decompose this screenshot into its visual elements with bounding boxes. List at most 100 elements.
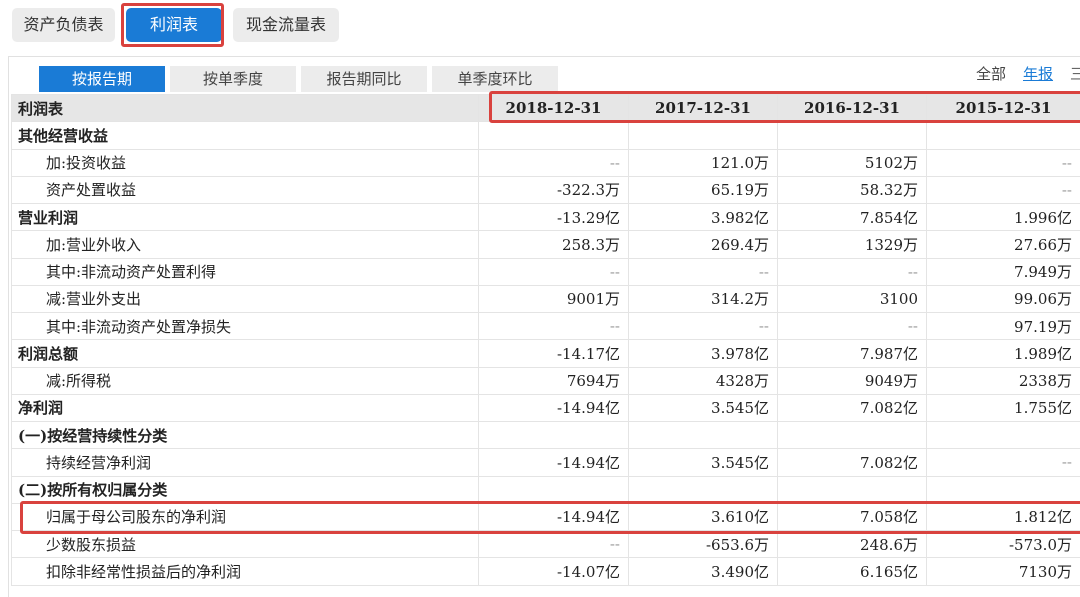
row-label: 加:投资收益 [12,149,479,176]
row-value: -13.29亿 [479,204,629,231]
row-value: -14.94亿 [479,394,629,421]
filter-annual-link[interactable]: 年报 [1023,63,1053,84]
row-value: -- [479,531,629,558]
table-row: 减:所得税7694万4328万9049万2338万 [12,367,1080,394]
table-row: (二)按所有权归属分类 [12,476,1080,503]
row-label: 资产处置收益 [12,176,479,203]
row-value [927,122,1080,149]
subtab-quarter-qoq[interactable]: 单季度环比 [432,66,558,92]
table-row: 持续经营净利润-14.94亿3.545亿7.082亿-- [12,449,1080,476]
row-label: 减:所得税 [12,367,479,394]
subtab-by-report-period[interactable]: 按报告期 [39,66,165,92]
row-value: 99.06万 [927,285,1080,312]
table-row: 归属于母公司股东的净利润-14.94亿3.610亿7.058亿1.812亿 [12,503,1080,530]
row-value: 258.3万 [479,231,629,258]
row-value: 1.996亿 [927,204,1080,231]
table-row: 利润总额-14.17亿3.978亿7.987亿1.989亿 [12,340,1080,367]
row-value: 269.4万 [629,231,778,258]
row-label: 归属于母公司股东的净利润 [12,503,479,530]
row-value: 7694万 [479,367,629,394]
row-value [479,122,629,149]
row-value [778,422,927,449]
table-row: 其他经营收益 [12,122,1080,149]
row-label: 其中:非流动资产处置利得 [12,258,479,285]
row-label: 营业利润 [12,204,479,231]
table-row: 加:营业外收入258.3万269.4万1329万27.66万 [12,231,1080,258]
row-value [927,476,1080,503]
row-value [778,122,927,149]
row-value: 27.66万 [927,231,1080,258]
row-value [629,122,778,149]
row-value [629,422,778,449]
table-row: 扣除非经常性损益后的净利润-14.07亿3.490亿6.165亿7130万 [12,558,1080,585]
table-row: 净利润-14.94亿3.545亿7.082亿1.755亿 [12,394,1080,421]
row-label: 其中:非流动资产处置净损失 [12,313,479,340]
row-value: 3.545亿 [629,449,778,476]
row-value [479,476,629,503]
row-value: 9001万 [479,285,629,312]
row-value: 9049万 [778,367,927,394]
row-label: (二)按所有权归属分类 [12,476,479,503]
row-label: 其他经营收益 [12,122,479,149]
row-value [479,422,629,449]
row-value: 58.32万 [778,176,927,203]
subtab-by-quarter[interactable]: 按单季度 [170,66,296,92]
subtab-period-yoy[interactable]: 报告期同比 [301,66,427,92]
row-value [927,422,1080,449]
row-value: -653.6万 [629,531,778,558]
row-value: -- [778,313,927,340]
row-value: 314.2万 [629,285,778,312]
row-label: 利润总额 [12,340,479,367]
row-value: 3100 [778,285,927,312]
table-row: (一)按经营持续性分类 [12,422,1080,449]
row-value: -- [629,313,778,340]
table-row: 资产处置收益-322.3万65.19万58.32万-- [12,176,1080,203]
row-value [778,476,927,503]
row-value: 7.058亿 [778,503,927,530]
header-date[interactable]: 2016-12-31 [778,95,927,122]
header-date[interactable]: 2018-12-31 [479,95,629,122]
row-value: 1.812亿 [927,503,1080,530]
row-value: -- [479,313,629,340]
table-row: 减:营业外支出9001万314.2万310099.06万 [12,285,1080,312]
row-value: -14.17亿 [479,340,629,367]
row-value: 1329万 [778,231,927,258]
table-row: 加:投资收益--121.0万5102万-- [12,149,1080,176]
row-value: 7.082亿 [778,449,927,476]
row-value: 3.978亿 [629,340,778,367]
row-value: 4328万 [629,367,778,394]
tab-balance-sheet[interactable]: 资产负债表 [12,8,115,42]
row-value: 3.982亿 [629,204,778,231]
tab-cash-flow[interactable]: 现金流量表 [233,8,339,42]
row-value: 65.19万 [629,176,778,203]
row-value: -14.94亿 [479,503,629,530]
row-label: 净利润 [12,394,479,421]
row-value: 1.755亿 [927,394,1080,421]
row-label: 持续经营净利润 [12,449,479,476]
tab-income-statement[interactable]: 利润表 [126,8,222,42]
menu-icon[interactable]: 三 [1070,63,1080,84]
row-value: -- [778,258,927,285]
header-date[interactable]: 2017-12-31 [629,95,778,122]
row-value: -573.0万 [927,531,1080,558]
filter-all-link[interactable]: 全部 [976,63,1006,84]
row-value: 3.610亿 [629,503,778,530]
row-label: 加:营业外收入 [12,231,479,258]
row-value: -- [479,258,629,285]
header-date[interactable]: 2015-12-31 [927,95,1080,122]
table-row: 其中:非流动资产处置利得------7.949万 [12,258,1080,285]
row-value: 5102万 [778,149,927,176]
row-value: 7130万 [927,558,1080,585]
row-value: -322.3万 [479,176,629,203]
row-value [629,476,778,503]
row-value: 2338万 [927,367,1080,394]
row-label: 扣除非经常性损益后的净利润 [12,558,479,585]
row-label: 减:营业外支出 [12,285,479,312]
table-row: 少数股东损益---653.6万248.6万-573.0万 [12,531,1080,558]
row-value: 7.082亿 [778,394,927,421]
row-value: 7.987亿 [778,340,927,367]
table-row: 营业利润-13.29亿3.982亿7.854亿1.996亿 [12,204,1080,231]
row-value: 248.6万 [778,531,927,558]
row-value: 1.989亿 [927,340,1080,367]
table-header-row: 利润表 2018-12-31 2017-12-31 2016-12-31 201… [12,95,1080,122]
